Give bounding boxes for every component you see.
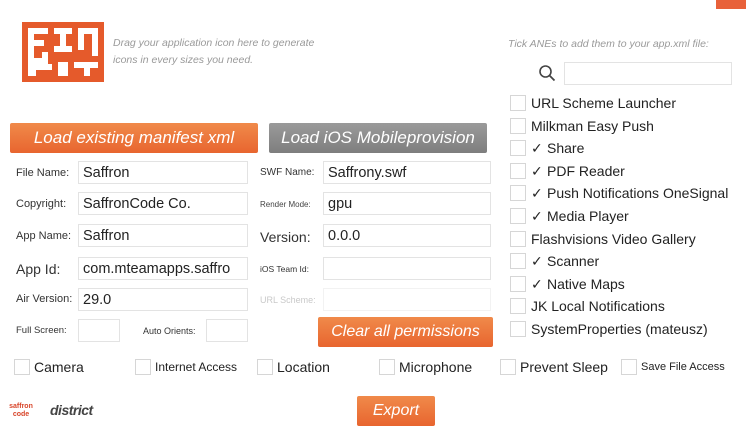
ane-item[interactable]: ✓ Native Maps (510, 274, 740, 294)
ios-team-id-input[interactable] (323, 257, 491, 280)
permission-label: Save File Access (641, 361, 725, 373)
copyright-input[interactable]: SaffronCode Co. (78, 192, 248, 215)
ane-item-label: Flashvisions Video Gallery (531, 230, 696, 247)
window-close-button[interactable] (716, 0, 746, 9)
check-icon: ✓ (531, 253, 543, 270)
permission-checkbox[interactable] (14, 359, 30, 375)
version-input[interactable]: 0.0.0 (323, 224, 491, 247)
permission-checkbox[interactable] (379, 359, 395, 375)
render-mode-label: Render Mode: (260, 200, 311, 209)
check-icon: ✓ (531, 208, 543, 224)
version-label: Version: (260, 229, 311, 245)
ios-team-id-label: iOS Team Id: (260, 264, 309, 274)
permission-item[interactable]: Camera (14, 358, 134, 378)
ane-checkbox[interactable] (510, 275, 526, 292)
ane-checkbox[interactable] (510, 95, 526, 111)
check-icon: ✓ (531, 275, 543, 292)
load-provision-button[interactable]: Load iOS Mobileprovision (269, 123, 487, 153)
app-name-input[interactable]: Saffron (78, 224, 248, 247)
permission-item[interactable]: Location (257, 358, 377, 378)
url-scheme-input[interactable] (323, 288, 491, 311)
drag-icon-hint: Drag your application icon here to gener… (113, 37, 315, 66)
ane-search-input[interactable] (564, 62, 732, 85)
permission-item[interactable]: Prevent Sleep (500, 358, 620, 378)
permission-checkbox[interactable] (135, 359, 151, 375)
ane-item[interactable]: ✓ Scanner (510, 251, 740, 271)
file-name-label: File Name: (16, 167, 70, 179)
copyright-label: Copyright: (16, 198, 67, 210)
ane-item-label: Share (547, 140, 585, 157)
ane-item-label: Media Player (547, 208, 629, 224)
ane-checkbox[interactable] (510, 230, 526, 247)
ane-checkbox[interactable] (510, 140, 526, 157)
render-mode-input[interactable]: gpu (323, 192, 491, 215)
permission-label: Prevent Sleep (520, 359, 608, 375)
ane-checkbox[interactable] (510, 185, 526, 202)
ane-item-label: Native Maps (547, 275, 625, 292)
ane-checkbox[interactable] (510, 253, 526, 270)
saffron-code-logo: saffron code (9, 403, 33, 418)
ane-item[interactable]: ✓ Share (510, 138, 740, 158)
ane-item-label: SystemProperties (mateusz) (531, 321, 708, 337)
search-icon (539, 65, 556, 82)
ane-item-label: Scanner (547, 253, 600, 270)
ane-item[interactable]: URL Scheme Launcher (510, 93, 740, 113)
check-icon: ✓ (531, 140, 543, 157)
air-version-input[interactable]: 29.0 (78, 288, 248, 311)
ane-checkbox[interactable] (510, 208, 526, 224)
swf-name-input[interactable]: Saffrony.swf (323, 161, 491, 184)
district-logo: district (50, 402, 93, 418)
ane-item[interactable]: JK Local Notifications (510, 296, 740, 316)
swf-name-label: SWF Name: (260, 167, 315, 178)
clear-permissions-button[interactable]: Clear all permissions (318, 317, 493, 347)
auto-orients-input[interactable] (206, 319, 248, 342)
full-screen-label: Full Screen: (16, 325, 67, 336)
permission-item[interactable]: Save File Access (621, 358, 741, 378)
ane-item-label: PDF Reader (547, 162, 625, 179)
ane-item-label: Milkman Easy Push (531, 117, 654, 134)
url-scheme-label: URL Scheme: (260, 295, 316, 305)
permission-label: Internet Access (155, 360, 238, 374)
permission-checkbox[interactable] (257, 359, 273, 375)
load-manifest-button[interactable]: Load existing manifest xml (10, 123, 258, 153)
permission-label: Location (277, 359, 330, 375)
ane-checkbox[interactable] (510, 117, 526, 134)
ane-item[interactable]: Flashvisions Video Gallery (510, 229, 740, 249)
ane-item[interactable]: ✓ Media Player (510, 206, 740, 226)
ane-item[interactable]: ✓ Push Notifications OneSignal (510, 183, 740, 203)
permission-label: Camera (34, 359, 84, 375)
permission-label: Microphone (399, 359, 473, 375)
auto-orients-label: Auto Orients: (143, 326, 196, 336)
ane-checkbox[interactable] (510, 298, 526, 315)
permission-checkbox[interactable] (500, 359, 516, 375)
ane-item[interactable]: Milkman Easy Push (510, 116, 740, 136)
ane-item-label: JK Local Notifications (531, 298, 665, 315)
app-id-label: App Id: (16, 261, 61, 277)
ane-checkbox[interactable] (510, 162, 526, 179)
ane-tick-hint: Tick ANEs to add them to your app.xml fi… (508, 38, 709, 50)
app-id-input[interactable]: com.mteamapps.saffro (78, 257, 248, 280)
file-name-input[interactable]: Saffron (78, 161, 248, 184)
permission-checkbox[interactable] (621, 359, 637, 375)
check-icon: ✓ (531, 185, 543, 202)
full-screen-input[interactable] (78, 319, 120, 342)
check-icon: ✓ (531, 162, 543, 179)
permission-item[interactable]: Internet Access (135, 358, 255, 378)
ane-item[interactable]: ✓ PDF Reader (510, 161, 740, 181)
app-name-label: App Name: (16, 230, 72, 242)
ane-checkbox[interactable] (510, 321, 526, 337)
export-button[interactable]: Export (357, 396, 435, 426)
permission-item[interactable]: Microphone (379, 358, 499, 378)
ane-item-label: Push Notifications OneSignal (547, 185, 729, 202)
ane-item[interactable]: SystemProperties (mateusz) (510, 319, 740, 339)
app-icon-drop-target[interactable] (22, 22, 104, 82)
air-version-label: Air Version: (16, 293, 73, 305)
ane-item-label: URL Scheme Launcher (531, 95, 677, 111)
